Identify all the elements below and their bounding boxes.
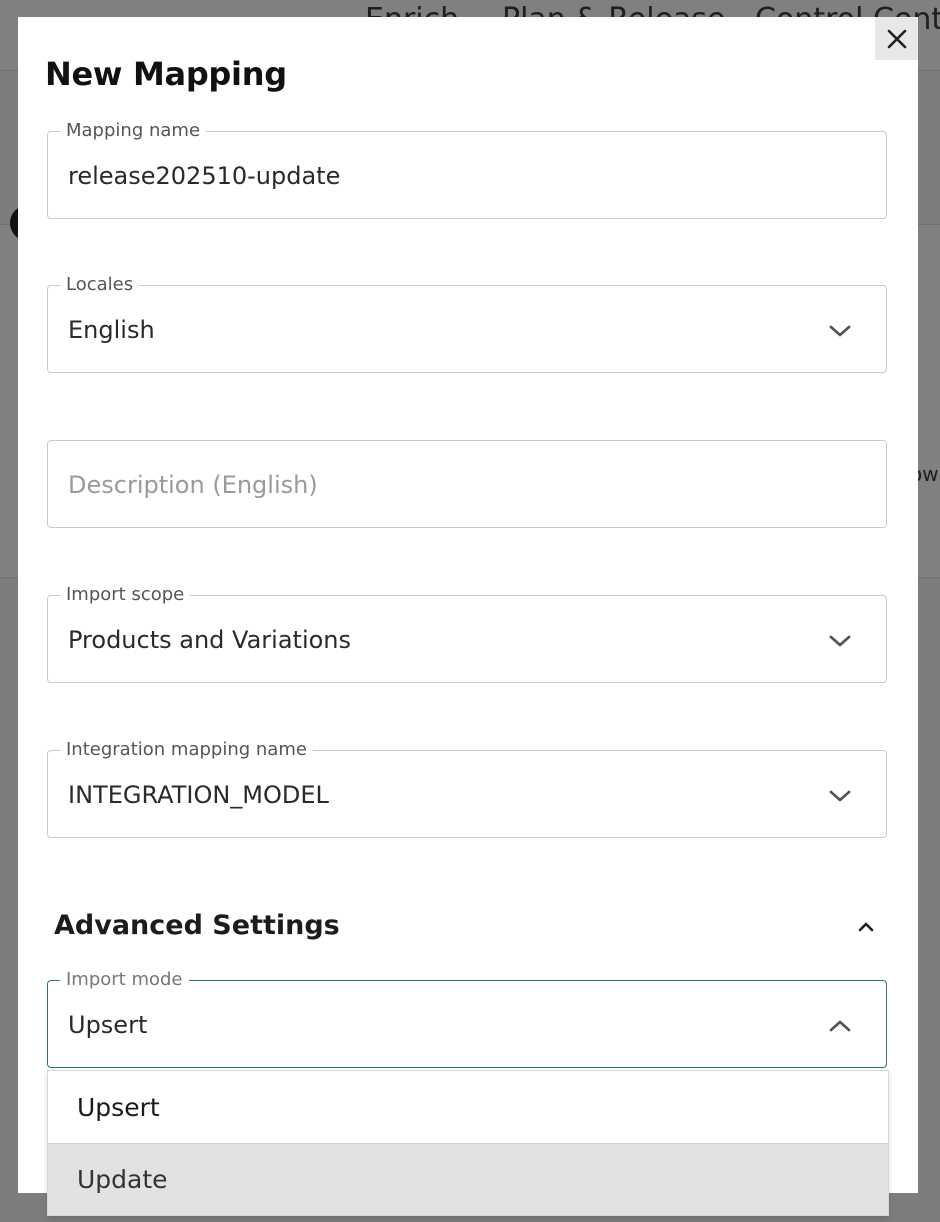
import-scope-value: Products and Variations (68, 626, 352, 654)
close-button[interactable] (875, 17, 918, 60)
description-placeholder: Description (English) (68, 471, 318, 499)
import-scope-select[interactable]: Import scope Products and Variations (47, 583, 887, 683)
dialog-title: New Mapping (45, 55, 287, 93)
integration-mapping-label: Integration mapping name (60, 738, 313, 762)
option-upsert[interactable]: Upsert (48, 1071, 888, 1143)
new-mapping-dialog: New Mapping Mapping name release202510-u… (18, 17, 918, 1193)
import-mode-select[interactable]: Import mode Upsert (47, 968, 887, 1068)
mapping-name-value: release202510-update (68, 162, 341, 190)
integration-mapping-select[interactable]: Integration mapping name INTEGRATION_MOD… (47, 738, 887, 838)
description-field[interactable]: Description (English) (47, 440, 887, 528)
advanced-settings-title: Advanced Settings (54, 910, 340, 941)
chevron-down-icon (829, 325, 851, 337)
import-scope-label: Import scope (60, 583, 191, 607)
chevron-up-icon[interactable] (854, 915, 878, 939)
mapping-name-field[interactable]: Mapping name release202510-update (47, 119, 887, 219)
import-mode-value: Upsert (68, 1011, 148, 1039)
import-mode-options: Upsert Update (47, 1070, 889, 1216)
chevron-down-icon (829, 635, 851, 647)
option-update[interactable]: Update (48, 1143, 888, 1215)
chevron-up-icon (829, 1020, 851, 1032)
mapping-name-label: Mapping name (60, 119, 207, 143)
locales-value: English (68, 316, 155, 344)
chevron-down-icon (829, 790, 851, 802)
locales-select[interactable]: Locales English (47, 273, 887, 373)
import-mode-label: Import mode (60, 968, 189, 992)
integration-mapping-value: INTEGRATION_MODEL (68, 781, 329, 809)
locales-label: Locales (60, 273, 140, 297)
close-icon (887, 29, 906, 48)
